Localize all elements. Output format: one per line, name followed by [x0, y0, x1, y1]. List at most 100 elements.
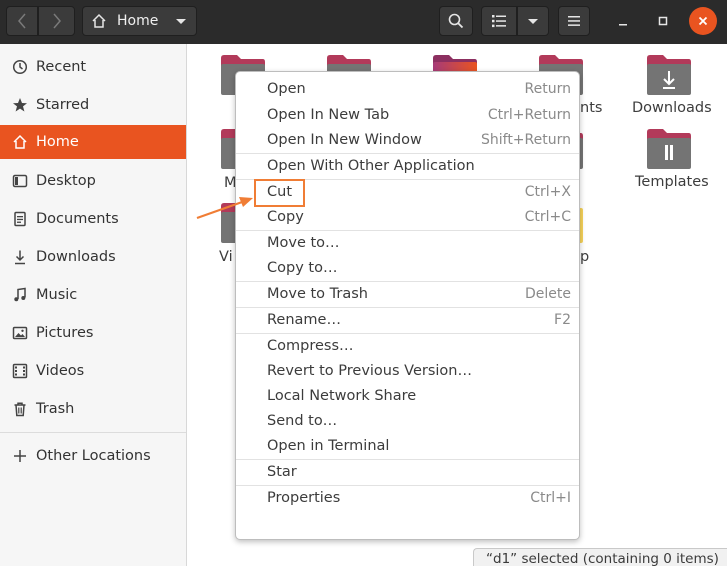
- home-icon: [11, 133, 29, 151]
- menu-item-open-with[interactable]: Open With Other Application: [236, 154, 579, 178]
- star-icon: [11, 96, 29, 114]
- menu-item-rename[interactable]: Rename… F2: [236, 308, 579, 332]
- menu-item-open-new-window[interactable]: Open In New Window Shift+Return: [236, 128, 579, 152]
- forward-button[interactable]: [38, 6, 75, 36]
- menu-item-move-to-trash[interactable]: Move to Trash Delete: [236, 282, 579, 306]
- header-bar: Home: [0, 0, 727, 44]
- menu-item-send-to[interactable]: Send to…: [236, 409, 579, 433]
- minimize-icon: [619, 24, 627, 26]
- menu-item-label: Star: [267, 464, 297, 480]
- menu-accelerator: Delete: [525, 286, 571, 302]
- menu-item-copy-to[interactable]: Copy to…: [236, 256, 579, 280]
- sidebar-item-other-locations[interactable]: Other Locations: [0, 439, 186, 473]
- menu-item-label: Copy: [267, 209, 304, 225]
- sidebar-item-music[interactable]: Music: [0, 278, 186, 312]
- sidebar-item-starred[interactable]: Starred: [0, 88, 186, 122]
- sidebar-item-label: Videos: [36, 363, 85, 379]
- menu-item-local-network-share[interactable]: Local Network Share: [236, 384, 579, 408]
- hamburger-icon: [568, 16, 580, 26]
- menu-item-move-to[interactable]: Move to…: [236, 231, 579, 255]
- folder-label: nts: [580, 100, 603, 116]
- menu-item-label: Send to…: [267, 413, 338, 429]
- sidebar-item-videos[interactable]: Videos: [0, 354, 186, 388]
- sidebar-item-label: Trash: [36, 401, 75, 417]
- menu-item-open-new-tab[interactable]: Open In New Tab Ctrl+Return: [236, 103, 579, 127]
- location-button[interactable]: Home: [82, 6, 197, 36]
- document-icon: [11, 210, 29, 228]
- sidebar-item-label: Desktop: [36, 173, 96, 189]
- maximize-icon: [658, 16, 668, 26]
- arrow-icon: [196, 197, 253, 220]
- menu-item-label: Local Network Share: [267, 388, 417, 404]
- menu-accelerator: Shift+Return: [480, 132, 571, 148]
- video-icon: [11, 362, 29, 380]
- picture-icon: [11, 324, 29, 342]
- menu-accelerator: Ctrl+C: [524, 209, 571, 225]
- sidebar-item-label: Home: [36, 134, 79, 150]
- close-icon: [698, 16, 708, 26]
- chevron-right-icon: [52, 13, 61, 29]
- highlight-box: [254, 179, 305, 207]
- menu-item-label: Open With Other Application: [267, 158, 475, 174]
- menu-item-label: Open In New Tab: [267, 107, 390, 123]
- menu-item-label: Copy to…: [267, 260, 338, 276]
- sidebar-item-trash[interactable]: Trash: [0, 392, 186, 426]
- menu-item-star[interactable]: Star: [236, 460, 579, 484]
- menu-item-compress[interactable]: Compress…: [236, 334, 579, 358]
- minimize-button[interactable]: [608, 6, 638, 36]
- sidebar-item-label: Pictures: [36, 325, 94, 341]
- sidebar-item-label: Music: [36, 287, 78, 303]
- sidebar-item-downloads[interactable]: Downloads: [0, 240, 186, 274]
- folder-label-downloads: Downloads: [632, 100, 712, 116]
- close-button[interactable]: [689, 7, 717, 35]
- music-icon: [11, 286, 29, 304]
- menu-item-label: Properties: [267, 490, 341, 506]
- context-menu: Open Return Open In New Tab Ctrl+Return Op…: [235, 71, 580, 540]
- folder-label: p: [580, 249, 590, 265]
- folder-label-templates: Templates: [635, 174, 709, 190]
- view-options-button[interactable]: [517, 6, 549, 36]
- maximize-button[interactable]: [648, 6, 678, 36]
- menu-item-label: Move to Trash: [267, 286, 368, 302]
- menu-item-label: Open: [267, 81, 306, 97]
- menu-accelerator: Ctrl+I: [530, 490, 571, 506]
- list-view-icon: [492, 15, 506, 28]
- sidebar-item-documents[interactable]: Documents: [0, 202, 186, 236]
- menu-item-label: Revert to Previous Version…: [267, 363, 472, 379]
- menu-item-label: Open In New Window: [267, 132, 422, 148]
- hamburger-menu-button[interactable]: [558, 6, 590, 36]
- folder-label: Vi: [219, 249, 233, 265]
- back-button[interactable]: [6, 6, 38, 36]
- search-button[interactable]: [439, 6, 473, 36]
- menu-item-label: Rename…: [267, 312, 341, 328]
- sidebar-item-label: Downloads: [36, 249, 116, 265]
- sidebar-item-desktop[interactable]: Desktop: [0, 164, 186, 198]
- list-view-button[interactable]: [481, 6, 517, 36]
- clock-icon: [11, 58, 29, 76]
- templates-folder-icon[interactable]: [645, 128, 693, 170]
- dropdown-arrow-icon: [176, 19, 186, 24]
- sidebar-item-label: Recent: [36, 59, 87, 75]
- sidebar: Recent Starred Home Desktop Documents Do…: [0, 44, 187, 566]
- dropdown-arrow-icon: [528, 19, 538, 24]
- menu-accelerator: F2: [554, 312, 571, 328]
- sidebar-divider: [0, 432, 186, 433]
- sidebar-item-home[interactable]: Home: [0, 125, 186, 159]
- sidebar-item-recent[interactable]: Recent: [0, 50, 186, 84]
- menu-item-revert[interactable]: Revert to Previous Version…: [236, 359, 579, 383]
- menu-item-open[interactable]: Open Return: [236, 77, 579, 101]
- desktop-icon: [11, 172, 29, 190]
- sidebar-item-label: Starred: [36, 97, 90, 113]
- downloads-folder-icon[interactable]: [645, 54, 693, 96]
- location-label: Home: [117, 13, 159, 29]
- menu-item-copy[interactable]: Copy Ctrl+C: [236, 205, 579, 229]
- menu-item-properties[interactable]: Properties Ctrl+I: [236, 486, 579, 510]
- status-bar: “d1” selected (containing 0 items): [473, 548, 727, 566]
- menu-accelerator: Ctrl+X: [524, 184, 571, 200]
- menu-accelerator: Return: [524, 81, 571, 97]
- home-icon: [92, 13, 106, 28]
- menu-item-open-in-terminal[interactable]: Open in Terminal: [236, 434, 579, 458]
- download-icon: [11, 248, 29, 266]
- sidebar-item-pictures[interactable]: Pictures: [0, 316, 186, 350]
- search-icon: [448, 13, 464, 29]
